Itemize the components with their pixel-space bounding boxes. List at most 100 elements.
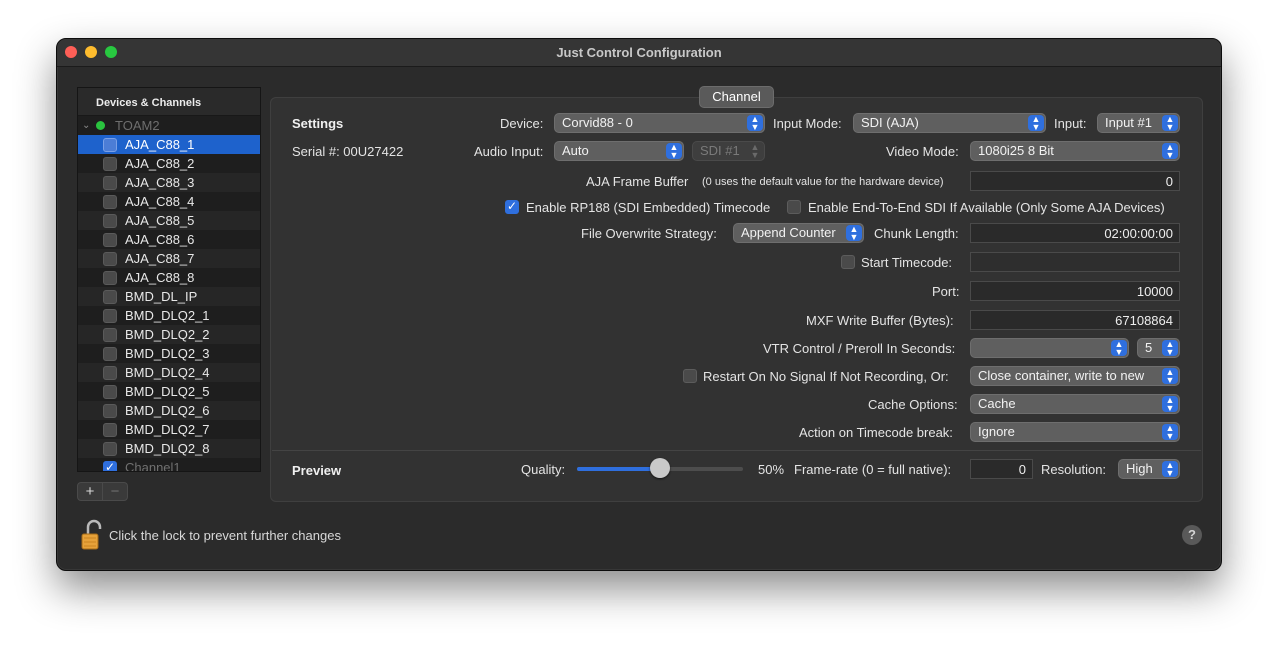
sidebar-item-checkbox[interactable]: [103, 194, 117, 209]
restart-on-no-signal-checkbox[interactable]: [683, 369, 697, 383]
tab-channel[interactable]: Channel: [699, 86, 774, 108]
audio-input-select-value: Auto: [562, 143, 589, 158]
start-timecode-label: Start Timecode:: [861, 255, 953, 270]
sidebar-item-checkbox[interactable]: [103, 365, 117, 380]
sidebar-item[interactable]: AJA_C88_8: [78, 268, 260, 287]
vtr-control-select[interactable]: ▲ ▼: [970, 338, 1129, 358]
sidebar-item-checkbox[interactable]: [103, 175, 117, 190]
sidebar-item[interactable]: BMD_DLQ2_3: [78, 344, 260, 363]
tree-root-label: TOAM2: [115, 118, 160, 133]
sidebar-item-checkbox[interactable]: [103, 289, 117, 304]
rp188-checkbox[interactable]: [505, 199, 519, 214]
sidebar-item[interactable]: Channel1: [78, 458, 260, 471]
sidebar-item-checkbox[interactable]: [103, 213, 117, 228]
sidebar-item-label: BMD_DLQ2_1: [125, 308, 210, 323]
sidebar-item-checkbox[interactable]: [103, 232, 117, 247]
input-mode-label: Input Mode:: [773, 116, 842, 131]
overwrite-strategy-select[interactable]: Append Counter ▲ ▼: [733, 223, 864, 243]
video-mode-select[interactable]: 1080i25 8 Bit ▲ ▼: [970, 141, 1180, 161]
sidebar-item-checkbox[interactable]: [103, 251, 117, 266]
quality-percent: 50%: [758, 462, 785, 477]
sidebar-item[interactable]: BMD_DL_IP: [78, 287, 260, 306]
mxf-buffer-field[interactable]: 67108864: [970, 310, 1180, 330]
input-select[interactable]: Input #1 ▲ ▼: [1097, 113, 1180, 133]
vtr-control-label: VTR Control / Preroll In Seconds:: [763, 341, 956, 356]
sidebar-item[interactable]: AJA_C88_1: [78, 135, 260, 154]
sidebar-item[interactable]: AJA_C88_2: [78, 154, 260, 173]
sidebar-item[interactable]: BMD_DLQ2_4: [78, 363, 260, 382]
sidebar-item-checkbox[interactable]: [103, 346, 117, 361]
sidebar-item-checkbox[interactable]: [103, 441, 117, 456]
start-timecode-checkbox[interactable]: [841, 255, 855, 269]
preroll-select-value: 5: [1145, 340, 1153, 355]
sidebar-item[interactable]: BMD_DLQ2_2: [78, 325, 260, 344]
sidebar-item[interactable]: BMD_DLQ2_5: [78, 382, 260, 401]
audio-input-label: Audio Input:: [474, 144, 544, 159]
device-select[interactable]: Corvid88 - 0 ▲ ▼: [554, 113, 765, 133]
sidebar-item-checkbox[interactable]: [103, 384, 117, 399]
window-title: Just Control Configuration: [556, 45, 722, 60]
resolution-label: Resolution:: [1041, 462, 1107, 477]
timecode-break-select[interactable]: Ignore ▲ ▼: [970, 422, 1180, 442]
sidebar-item-checkbox[interactable]: [103, 460, 117, 471]
sidebar-item[interactable]: BMD_DLQ2_7: [78, 420, 260, 439]
audio-channel-select-value: SDI #1: [700, 143, 740, 158]
chunk-length-field[interactable]: 02:00:00:00: [970, 223, 1180, 243]
updown-chevron-icon: ▲ ▼: [1162, 115, 1178, 132]
sidebar-item-label: AJA_C88_8: [125, 270, 195, 285]
updown-chevron-icon: ▲ ▼: [1162, 340, 1178, 357]
sidebar-item[interactable]: AJA_C88_4: [78, 192, 260, 211]
config-window: Just Control Configuration Devices & Cha…: [56, 38, 1222, 571]
resolution-select-value: High: [1126, 461, 1153, 476]
audio-input-select[interactable]: Auto ▲ ▼: [554, 141, 684, 161]
sidebar-item-checkbox[interactable]: [103, 270, 117, 285]
sidebar-item-checkbox[interactable]: [103, 422, 117, 437]
lock-hint-text: Click the lock to prevent further change…: [109, 528, 341, 543]
sidebar-item-checkbox[interactable]: [103, 308, 117, 323]
sidebar-item-label: AJA_C88_4: [125, 194, 195, 209]
sidebar-item-label: AJA_C88_6: [125, 232, 195, 247]
chevron-down-icon[interactable]: ⌄: [82, 120, 92, 131]
updown-chevron-icon: ▲ ▼: [750, 142, 760, 160]
cache-options-select[interactable]: Cache ▲ ▼: [970, 394, 1180, 414]
preroll-select[interactable]: 5 ▲ ▼: [1137, 338, 1180, 358]
panel-divider: [272, 450, 1201, 451]
sidebar-item-checkbox[interactable]: [103, 327, 117, 342]
mxf-buffer-label: MXF Write Buffer (Bytes):: [806, 313, 954, 328]
resolution-select[interactable]: High ▲ ▼: [1118, 459, 1180, 479]
sidebar-item-checkbox[interactable]: [103, 403, 117, 418]
start-timecode-field[interactable]: [970, 252, 1180, 272]
tree-root-item[interactable]: ⌄ TOAM2: [78, 116, 260, 135]
end-to-end-sdi-label: Enable End-To-End SDI If Available (Only…: [808, 200, 1165, 215]
overwrite-strategy-label: File Overwrite Strategy:: [581, 226, 717, 241]
restart-action-select[interactable]: Close container, write to new ▲ ▼: [970, 366, 1180, 386]
serial-number: Serial #: 00U27422: [292, 144, 404, 159]
add-channel-button[interactable]: +: [78, 483, 102, 500]
frame-buffer-field[interactable]: 0: [970, 171, 1180, 191]
sidebar-item[interactable]: BMD_DLQ2_6: [78, 401, 260, 420]
sidebar-item[interactable]: AJA_C88_6: [78, 230, 260, 249]
unlocked-padlock-icon[interactable]: [81, 519, 105, 553]
port-field[interactable]: 10000: [970, 281, 1180, 301]
restart-action-select-value: Close container, write to new: [978, 368, 1145, 383]
framerate-label: Frame-rate (0 = full native):: [794, 462, 952, 477]
quality-slider-knob[interactable]: [650, 458, 670, 478]
sidebar-item-checkbox[interactable]: [103, 137, 117, 152]
status-dot-icon: [96, 121, 105, 130]
sidebar-item[interactable]: BMD_DLQ2_1: [78, 306, 260, 325]
sidebar-item[interactable]: AJA_C88_7: [78, 249, 260, 268]
sidebar-item[interactable]: BMD_DLQ2_8: [78, 439, 260, 458]
sidebar-item-label: BMD_DLQ2_8: [125, 441, 210, 456]
input-select-value: Input #1: [1105, 115, 1152, 130]
sidebar-item[interactable]: AJA_C88_5: [78, 211, 260, 230]
timecode-break-label: Action on Timecode break:: [799, 425, 953, 440]
sidebar-item-checkbox[interactable]: [103, 156, 117, 171]
input-mode-select[interactable]: SDI (AJA) ▲ ▼: [853, 113, 1046, 133]
settings-heading: Settings: [292, 116, 344, 131]
remove-channel-button[interactable]: −: [102, 483, 127, 500]
help-button[interactable]: ?: [1182, 525, 1202, 545]
end-to-end-sdi-checkbox[interactable]: [787, 200, 801, 214]
sidebar-item[interactable]: AJA_C88_3: [78, 173, 260, 192]
cache-options-select-value: Cache: [978, 396, 1016, 411]
framerate-field[interactable]: 0: [970, 459, 1033, 479]
